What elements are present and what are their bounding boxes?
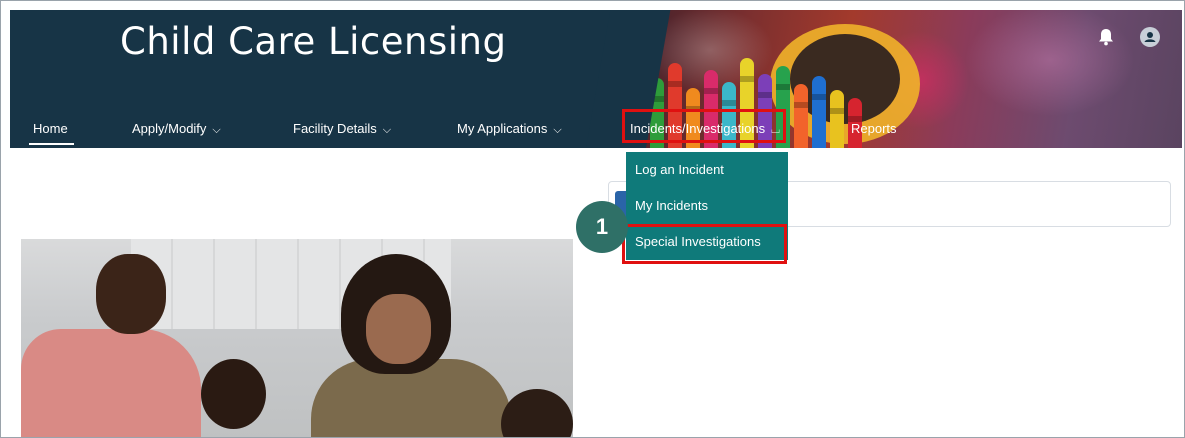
highlight-special-investigations [622, 224, 787, 264]
photo-child-head [201, 359, 266, 429]
nav-item-home[interactable]: Home [29, 118, 74, 148]
chevron-down-icon: ⌵ [212, 124, 221, 136]
chevron-down-icon: ⌵ [553, 124, 562, 136]
site-header: Child Care Licensing Home Apply/Modify ⌵ … [10, 10, 1182, 148]
nav-item-facility-details[interactable]: Facility Details ⌵ [293, 118, 391, 148]
step-callout: 1 [576, 201, 628, 253]
user-avatar-icon[interactable] [1140, 27, 1160, 47]
photo-second-child [501, 389, 573, 437]
nav-item-reports[interactable]: Reports [851, 118, 897, 148]
menu-item-log-incident[interactable]: Log an Incident [626, 152, 788, 188]
main-nav: Home Apply/Modify ⌵ Facility Details ⌵ My … [10, 118, 1182, 148]
photo-woman-face [366, 294, 431, 364]
nav-item-apply-modify[interactable]: Apply/Modify ⌵ [132, 118, 221, 148]
nav-item-my-applications[interactable]: My Applications ⌵ [457, 118, 562, 148]
person-icon [1144, 32, 1156, 42]
highlight-incidents-menu [622, 109, 786, 143]
nav-item-label: My Applications [457, 121, 548, 136]
nav-item-label: Facility Details [293, 121, 377, 136]
bell-icon[interactable] [1098, 28, 1114, 46]
photo-man-body [21, 329, 201, 437]
page-frame: Child Care Licensing Home Apply/Modify ⌵ … [0, 0, 1185, 438]
family-photo [21, 239, 573, 437]
site-title: Child Care Licensing [120, 20, 507, 63]
nav-item-label: Home [33, 121, 68, 136]
chevron-down-icon: ⌵ [382, 124, 392, 136]
nav-item-label: Apply/Modify [132, 121, 207, 136]
menu-item-my-incidents[interactable]: My Incidents [626, 188, 788, 224]
nav-item-label: Reports [851, 121, 897, 136]
photo-man-head [96, 254, 166, 334]
